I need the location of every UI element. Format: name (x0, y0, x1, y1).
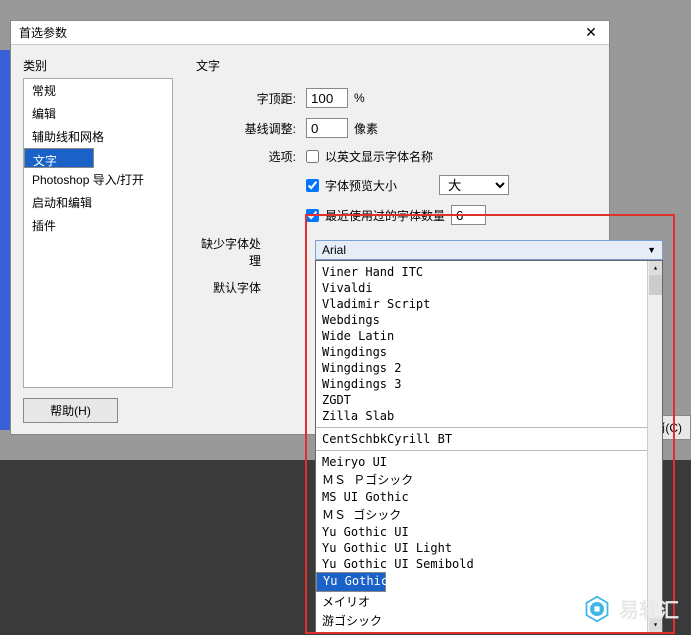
baseline-label: 基线调整: (191, 120, 306, 137)
spacing-unit: % (354, 91, 365, 105)
category-item[interactable]: 编辑 (24, 102, 172, 125)
category-item[interactable]: 常规 (24, 79, 172, 102)
watermark-icon (583, 595, 611, 623)
font-option[interactable]: ＭＳ Ｐゴシック (316, 470, 662, 489)
font-option[interactable]: Viner Hand ITC (316, 264, 662, 280)
help-button[interactable]: 帮助(H) (23, 398, 118, 423)
category-item[interactable]: 插件 (24, 214, 172, 237)
font-option[interactable]: Zilla Slab (316, 408, 662, 424)
spacing-label: 字顶距: (191, 90, 306, 107)
missing-font-label: 缺少字体处理 (191, 235, 271, 269)
baseline-unit: 像素 (354, 120, 378, 137)
category-panel: 类别 常规编辑辅助线和网格文字Photoshop 导入/打开启动和编辑插件 帮助… (23, 57, 173, 422)
recent-input[interactable] (451, 205, 486, 225)
preview-size-select[interactable]: 大 (439, 175, 509, 195)
category-item[interactable]: 文字 (24, 148, 94, 168)
category-item[interactable]: Photoshop 导入/打开 (24, 168, 172, 191)
font-option[interactable]: MS UI Gothic (316, 489, 662, 505)
scroll-thumb[interactable] (649, 275, 662, 295)
dialog-title: 首选参数 (19, 24, 581, 41)
close-icon[interactable]: ✕ (581, 24, 601, 41)
font-option[interactable]: Yu Gothic UI (316, 524, 662, 540)
font-option[interactable]: ZGDT (316, 392, 662, 408)
watermark: 易软汇 (583, 594, 679, 623)
chevron-down-icon: ▼ (647, 245, 656, 255)
recent-checkbox[interactable] (306, 209, 319, 222)
default-font-combo[interactable]: Arial ▼ (315, 240, 663, 260)
font-option[interactable]: Wingdings 2 (316, 360, 662, 376)
default-font-label: 默认字体 (191, 279, 271, 296)
watermark-text: 易软汇 (619, 594, 679, 623)
font-dropdown[interactable]: ▴ ▾ Viner Hand ITCVivaldiVladimir Script… (315, 260, 663, 633)
font-option[interactable]: Wide Latin (316, 328, 662, 344)
recent-label: 最近使用过的字体数量 (325, 207, 445, 224)
font-option[interactable]: Wingdings (316, 344, 662, 360)
titlebar: 首选参数 ✕ (11, 21, 609, 45)
category-item[interactable]: 辅助线和网格 (24, 125, 172, 148)
preview-checkbox[interactable] (306, 179, 319, 192)
font-option[interactable]: CentSchbkCyrill BT (316, 431, 662, 447)
category-item[interactable]: 启动和编辑 (24, 191, 172, 214)
english-font-checkbox[interactable] (306, 150, 319, 163)
scrollbar[interactable]: ▴ ▾ (647, 261, 662, 632)
english-font-label: 以英文显示字体名称 (325, 148, 433, 165)
font-option[interactable]: Meiryo UI (316, 454, 662, 470)
scroll-up-icon[interactable]: ▴ (649, 261, 662, 275)
category-label: 类别 (23, 57, 173, 74)
font-option[interactable]: Vladimir Script (316, 296, 662, 312)
section-title: 文字 (191, 57, 597, 74)
font-option[interactable]: Yu Gothic UI Semibold (316, 556, 662, 572)
spacing-input[interactable] (306, 88, 348, 108)
preview-label: 字体预览大小 (325, 177, 397, 194)
combo-value: Arial (322, 243, 346, 257)
font-option[interactable]: Yu Gothic UI Semilight (316, 572, 386, 592)
font-option[interactable]: Wingdings 3 (316, 376, 662, 392)
font-option[interactable]: ＭＳ ゴシック (316, 505, 662, 524)
font-option[interactable]: Vivaldi (316, 280, 662, 296)
options-label: 选项: (191, 148, 306, 165)
baseline-input[interactable] (306, 118, 348, 138)
font-option[interactable]: Yu Gothic UI Light (316, 540, 662, 556)
font-option[interactable]: Webdings (316, 312, 662, 328)
category-list[interactable]: 常规编辑辅助线和网格文字Photoshop 导入/打开启动和编辑插件 (23, 78, 173, 388)
